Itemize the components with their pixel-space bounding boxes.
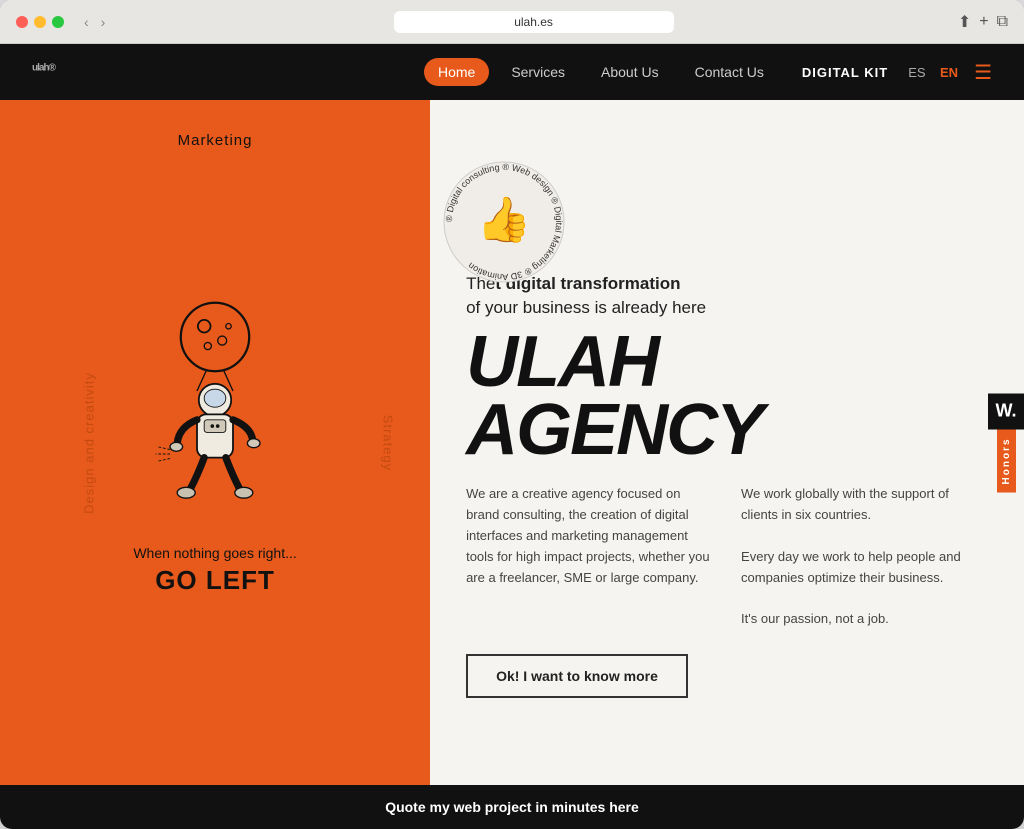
honors-text: Honors [997, 429, 1016, 492]
nav-links: Home Services About Us Contact Us [424, 58, 778, 86]
nav-services[interactable]: Services [497, 58, 579, 86]
navigation: ulah® Home Services About Us Contact Us … [0, 44, 1024, 100]
tabs-button[interactable]: ⧉ [997, 13, 1008, 31]
digital-kit-label[interactable]: DIGITAL KIT [802, 65, 888, 80]
marketing-text: Marketing [178, 132, 253, 149]
browser-controls: ‹ › [80, 12, 109, 32]
agency-name-line2: AGENCY [466, 390, 762, 470]
honors-w-label: W. [988, 393, 1024, 429]
tagline: When nothing goes right... [133, 545, 296, 561]
nav-about[interactable]: About Us [587, 58, 673, 86]
browser-titlebar: ‹ › ⬆ + ⧉ [0, 0, 1024, 44]
back-button[interactable]: ‹ [80, 12, 93, 32]
website-frame: ulah® Home Services About Us Contact Us … [0, 44, 1024, 829]
url-input[interactable] [394, 11, 674, 33]
desc2-p3: It's our passion, not a job. [741, 609, 988, 630]
desc2-p2: Every day we work to help people and com… [741, 547, 988, 589]
hero-text-line2: of your business is already here [466, 298, 706, 317]
lang-en[interactable]: EN [940, 65, 958, 80]
main-content: Design and creativity Marketing Strategy [0, 100, 1024, 785]
hamburger-icon[interactable]: ☰ [974, 60, 992, 85]
desc2-p1: We work globally with the support of cli… [741, 484, 988, 526]
go-left-text: GO LEFT [133, 565, 296, 596]
address-bar [117, 11, 949, 33]
desc-col-2: We work globally with the support of cli… [741, 484, 988, 630]
agency-description: We are a creative agency focused on bran… [466, 484, 988, 630]
left-panel: Design and creativity Marketing Strategy [0, 100, 430, 785]
know-more-button[interactable]: Ok! I want to know more [466, 654, 688, 698]
traffic-lights [16, 16, 64, 28]
close-button[interactable] [16, 16, 28, 28]
nav-home[interactable]: Home [424, 58, 489, 86]
forward-button[interactable]: › [97, 12, 110, 32]
maximize-button[interactable] [52, 16, 64, 28]
design-creativity-text: Design and creativity [81, 372, 96, 514]
nav-contact[interactable]: Contact Us [681, 58, 778, 86]
circular-badge: ® Digital consulting ® Web design ® Digi… [434, 152, 574, 292]
footer-banner[interactable]: Quote my web project in minutes here [0, 785, 1024, 829]
astronaut-illustration [115, 289, 315, 529]
browser-actions: ⬆ + ⧉ [958, 12, 1008, 32]
lang-es[interactable]: ES [908, 65, 925, 80]
right-content: Thet digital transformation of your busi… [466, 272, 988, 761]
logo-reg: ® [49, 63, 55, 74]
strategy-text: Strategy [380, 414, 395, 470]
agency-title: ULAH AGENCY [466, 328, 988, 465]
desc-col-1: We are a creative agency focused on bran… [466, 484, 713, 630]
share-button[interactable]: ⬆ [958, 12, 971, 32]
logo-text: ulah [32, 63, 49, 74]
browser-window: ‹ › ⬆ + ⧉ ulah® Home Services About Us C… [0, 0, 1024, 829]
right-panel: ® Digital consulting ® Web design ® Digi… [430, 100, 1024, 785]
left-bottom-text: When nothing goes right... GO LEFT [133, 545, 296, 596]
minimize-button[interactable] [34, 16, 46, 28]
footer-label: Quote my web project in minutes here [385, 799, 639, 815]
honors-badge: W. Honors [988, 393, 1024, 492]
new-tab-button[interactable]: + [979, 13, 988, 31]
site-logo[interactable]: ulah® [32, 59, 55, 85]
thumbs-up-icon: 👍 [477, 193, 532, 245]
